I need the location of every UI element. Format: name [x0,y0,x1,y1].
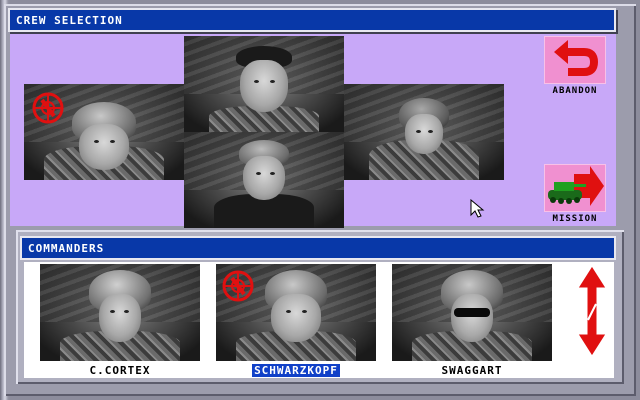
title-bar: CREW SELECTION [8,8,616,32]
commanders-title: COMMANDERS [28,242,105,255]
tank-arrow-icon [548,166,604,206]
abandon-button[interactable]: ABANDON [544,36,606,96]
mission-button[interactable]: MISSION [544,164,606,224]
commander-card-cortex[interactable]: C.CORTEX [40,264,200,377]
crew-slot-driver[interactable] [184,132,344,228]
commander-portrait [216,264,376,361]
commander-portrait [40,264,200,361]
crew-slot-commander[interactable] [24,84,184,180]
double-arrow-icon[interactable] [576,264,608,358]
star-insignia-icon [222,270,254,302]
abandon-label: ABANDON [552,86,598,96]
crew-slot-gunner[interactable] [184,36,344,132]
commander-roster: C.CORTEX SCHWARZKOPF SWAGGART [24,262,614,378]
mouse-pointer-icon [470,199,485,218]
commander-name: C.CORTEX [89,364,151,377]
commander-name: SCHWARZKOPF [252,364,340,377]
u-turn-arrow-icon [554,40,599,76]
sunglasses [454,308,490,317]
commander-name: SWAGGART [441,364,503,377]
crew-slot-loader[interactable] [344,84,504,180]
star-insignia-icon [32,92,64,124]
commander-card-schwarzkopf[interactable]: SCHWARZKOPF [216,264,376,377]
window-title: CREW SELECTION [16,14,123,27]
mission-label: MISSION [552,214,598,224]
commanders-header: COMMANDERS [20,236,616,260]
commander-portrait [392,264,552,361]
commander-card-swaggart[interactable]: SWAGGART [392,264,552,377]
